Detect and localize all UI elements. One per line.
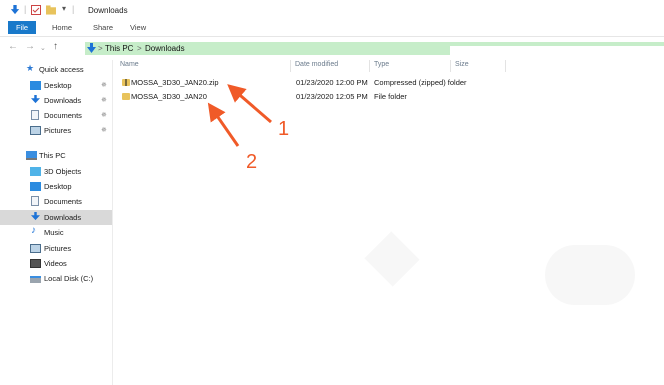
annotation-label-2: 2 <box>246 151 258 173</box>
annotation-label-1: 1 <box>278 118 290 140</box>
annotation-layer <box>207 84 272 147</box>
annotation-arrow-2 <box>207 102 240 147</box>
annotation-arrow-1 <box>227 84 272 124</box>
